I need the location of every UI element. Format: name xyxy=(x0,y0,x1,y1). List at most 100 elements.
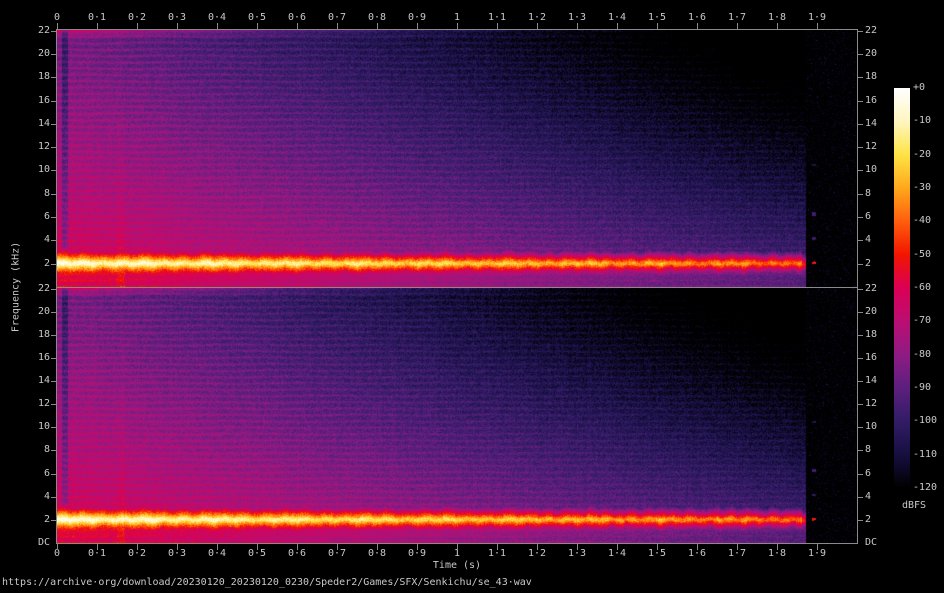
source-url: https://archive·org/download/20230120_20… xyxy=(2,577,532,588)
time-tick-mark xyxy=(737,23,738,29)
freq-tick-label: 14 xyxy=(37,375,50,386)
time-tick-mark xyxy=(697,23,698,29)
freq-tick-mark xyxy=(857,170,863,171)
time-tick-mark xyxy=(497,23,498,29)
freq-tick-mark xyxy=(857,404,863,405)
colorbar-gradient xyxy=(894,88,910,488)
freq-tick-mark xyxy=(857,217,863,218)
time-tick-mark xyxy=(137,544,138,550)
time-tick-mark xyxy=(417,544,418,550)
freq-tick-label: 12 xyxy=(37,141,50,152)
time-tick-mark xyxy=(777,544,778,550)
time-tick-mark xyxy=(337,23,338,29)
freq-tick-label: 18 xyxy=(37,329,50,340)
time-tick-mark xyxy=(297,23,298,29)
freq-tick-mark xyxy=(857,240,863,241)
time-tick-mark xyxy=(417,23,418,29)
time-tick-mark xyxy=(217,23,218,29)
freq-tick-label: 2 xyxy=(43,258,50,269)
time-tick-mark xyxy=(97,23,98,29)
colorbar-tick-label: -120 xyxy=(913,482,938,493)
freq-tick-mark xyxy=(857,194,863,195)
freq-tick-label: 20 xyxy=(37,306,50,317)
time-tick-mark xyxy=(657,23,658,29)
colorbar-tick-label: -50 xyxy=(913,248,932,260)
time-tick-mark xyxy=(577,544,578,550)
freq-tick-mark xyxy=(857,497,863,498)
time-tick-mark xyxy=(617,23,618,29)
freq-tick-label: 20 xyxy=(865,48,878,59)
freq-tick-label: 6 xyxy=(43,211,50,222)
time-tick-mark xyxy=(337,544,338,550)
time-tick-mark xyxy=(377,23,378,29)
time-tick-mark xyxy=(617,544,618,550)
time-tick-mark xyxy=(817,23,818,29)
time-tick-mark xyxy=(57,544,58,550)
time-tick-mark xyxy=(97,544,98,550)
time-tick-mark xyxy=(657,544,658,550)
time-tick-mark xyxy=(537,544,538,550)
freq-tick-mark xyxy=(857,335,863,336)
colorbar-tick-label: -40 xyxy=(913,215,932,227)
freq-tick-label: 4 xyxy=(43,491,50,502)
freq-tick-label: 16 xyxy=(37,95,50,106)
time-tick-mark xyxy=(377,544,378,550)
spectrogram-canvas-channel-2 xyxy=(57,288,857,543)
spectrogram-canvas-channel-1 xyxy=(57,30,857,287)
freq-tick-label: 8 xyxy=(43,444,50,455)
freq-tick-label: 4 xyxy=(43,234,50,245)
freq-dc-label: DC xyxy=(865,537,878,548)
time-tick-mark xyxy=(297,544,298,550)
freq-tick-label: 8 xyxy=(43,188,50,199)
freq-dc-label: DC xyxy=(37,537,50,548)
colorbar-tick-label: +0 xyxy=(913,82,926,93)
freq-tick-label: 2 xyxy=(43,514,50,525)
freq-tick-label: 6 xyxy=(43,468,50,479)
time-tick-mark xyxy=(257,544,258,550)
colorbar-tick-label: -70 xyxy=(913,315,932,327)
freq-tick-label: 10 xyxy=(37,421,50,432)
time-axis-title: Time (s) xyxy=(432,560,482,571)
freq-tick-label: 10 xyxy=(37,164,50,175)
time-tick-mark xyxy=(737,544,738,550)
colorbar-tick-label: -80 xyxy=(913,348,932,360)
freq-tick-mark xyxy=(857,264,863,265)
time-tick-mark xyxy=(217,544,218,550)
colorbar-title: dBFS xyxy=(901,500,927,511)
freq-tick-mark xyxy=(857,358,863,359)
freq-tick-mark xyxy=(857,520,863,521)
freq-tick-mark xyxy=(857,312,863,313)
time-tick-mark xyxy=(697,544,698,550)
time-tick-mark xyxy=(137,23,138,29)
colorbar-tick-label: -100 xyxy=(913,415,938,427)
colorbar-tick-label: -10 xyxy=(913,115,932,127)
freq-tick-mark xyxy=(857,474,863,475)
freq-tick-label: 20 xyxy=(37,48,50,59)
freq-tick-mark xyxy=(857,450,863,451)
colorbar-tick-label: -110 xyxy=(913,448,938,460)
freq-tick-mark xyxy=(857,289,863,290)
freq-tick-mark xyxy=(857,381,863,382)
time-tick-mark xyxy=(457,23,458,29)
colorbar-tick-label: -20 xyxy=(913,148,932,160)
freq-tick-label: 22 xyxy=(865,25,878,36)
freq-tick-label: 18 xyxy=(37,71,50,82)
freq-tick-label: 12 xyxy=(37,398,50,409)
freq-tick-label: 22 xyxy=(37,25,50,36)
freq-tick-mark xyxy=(857,77,863,78)
freq-tick-mark xyxy=(857,147,863,148)
freq-tick-mark xyxy=(857,427,863,428)
freq-tick-label: 22 xyxy=(37,283,50,294)
time-tick-mark xyxy=(497,544,498,550)
freq-tick-mark xyxy=(857,124,863,125)
time-tick-mark xyxy=(57,23,58,29)
spectrogram-figure: Frequency (kHz) 0 0·1 0·2 0·3 0·4 0·5 0·6 0·7 0·… xyxy=(0,0,944,593)
time-tick-mark xyxy=(817,544,818,550)
freq-tick-label: 2 xyxy=(865,514,872,525)
time-tick-mark xyxy=(177,23,178,29)
time-tick-mark xyxy=(537,23,538,29)
time-tick-mark xyxy=(577,23,578,29)
freq-tick-mark xyxy=(857,54,863,55)
colorbar-tick-label: -60 xyxy=(913,282,932,293)
freq-tick-mark xyxy=(857,101,863,102)
